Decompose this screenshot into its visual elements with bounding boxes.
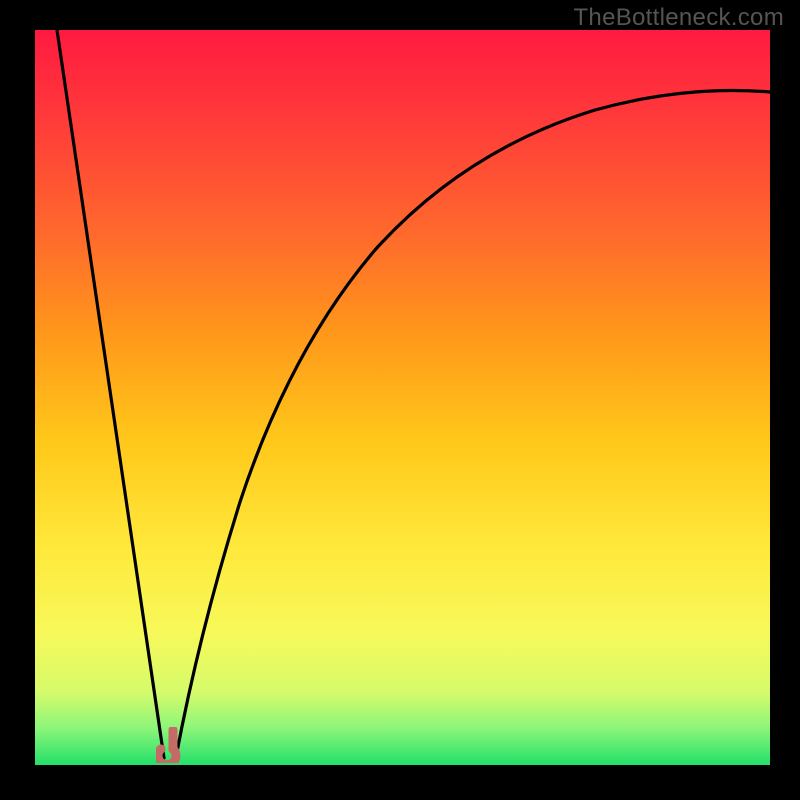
curve-right-branch (176, 90, 770, 757)
curve-left-branch (57, 30, 164, 758)
watermark-text: TheBottleneck.com (573, 4, 784, 32)
chart-container: TheBottleneck.com (0, 0, 800, 800)
plot-area (35, 30, 770, 765)
chart-curves (35, 30, 770, 765)
